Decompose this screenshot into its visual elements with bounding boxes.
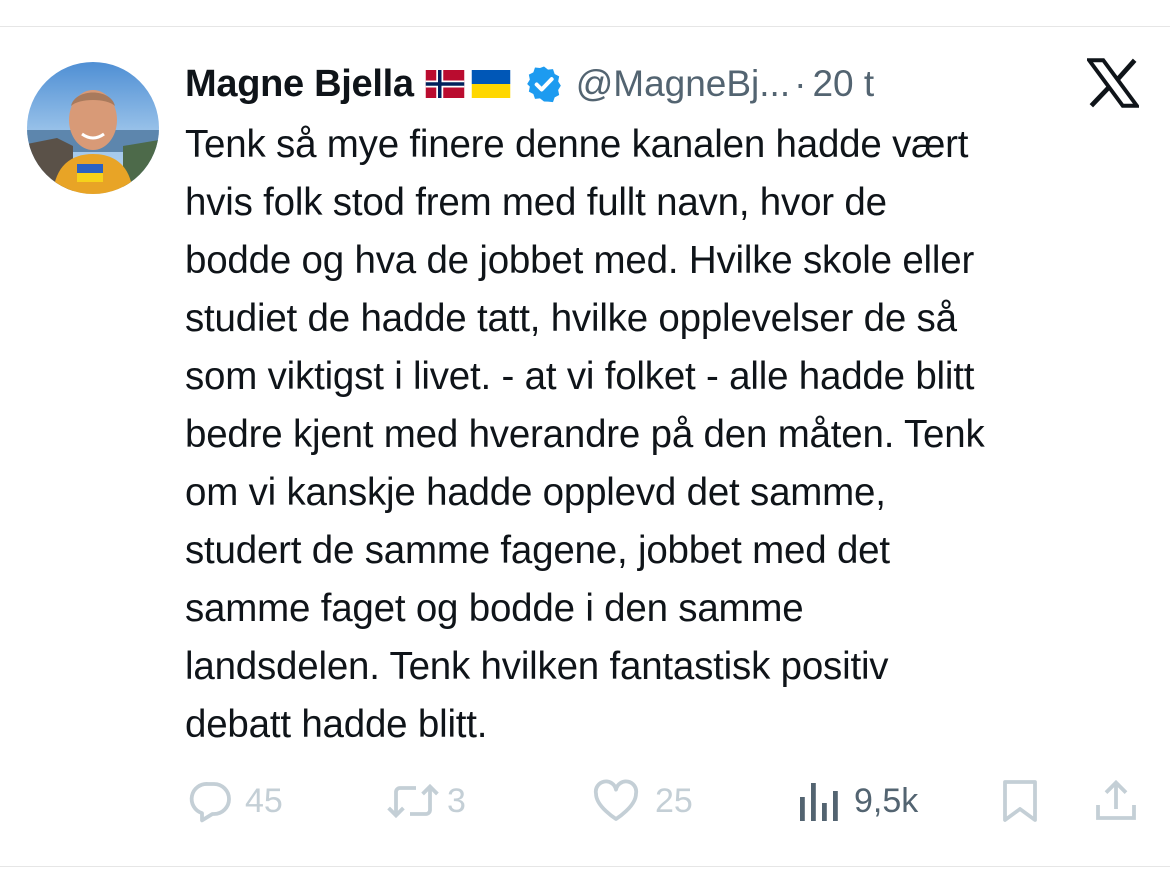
verified-badge-icon[interactable] xyxy=(524,64,564,104)
reply-icon xyxy=(189,782,231,823)
tweet-text-line: bedre kjent med hverandre på den måten. … xyxy=(185,413,985,456)
like-button[interactable]: 25 xyxy=(591,775,693,827)
tweet-text-line: studert de samme fagene, jobbet med det xyxy=(185,529,890,572)
bookmark-icon xyxy=(1003,780,1037,822)
views-icon xyxy=(800,783,838,821)
tweet-header: Magne Bjella @MagneBj... · 20 t xyxy=(185,56,874,112)
views-button[interactable]: 9,5k xyxy=(796,775,918,827)
tweet-text-line: som viktigst i livet. - at vi folket - a… xyxy=(185,355,975,398)
reply-button[interactable]: 45 xyxy=(187,775,283,827)
repost-button[interactable]: 3 xyxy=(385,775,466,827)
tweet-text-line: Tenk så mye finere denne kanalen hadde v… xyxy=(185,123,969,166)
action-bar: 45 3 25 9,5k xyxy=(0,775,1170,827)
share-button[interactable] xyxy=(1093,775,1139,827)
tweet-text: Tenk så mye finere denne kanalen hadde v… xyxy=(185,116,1150,754)
like-count: 25 xyxy=(655,781,693,820)
repost-count: 3 xyxy=(447,781,466,820)
views-count: 9,5k xyxy=(854,781,919,820)
x-logo-icon[interactable] xyxy=(1085,58,1141,113)
reply-count: 45 xyxy=(245,781,283,820)
tweet-text-line: samme faget og bodde i den samme xyxy=(185,587,804,630)
bookmark-button[interactable] xyxy=(998,775,1042,827)
tweet-text-line: landsdelen. Tenk hvilken fantastisk posi… xyxy=(185,645,889,688)
repost-icon xyxy=(387,783,439,819)
tweet-text-line: hvis folk stod frem med fullt navn, hvor… xyxy=(185,181,887,224)
author-name[interactable]: Magne Bjella xyxy=(185,63,414,106)
bottom-divider xyxy=(0,866,1170,867)
share-icon xyxy=(1096,779,1136,820)
separator-dot: · xyxy=(794,63,807,104)
norway-flag-icon xyxy=(424,70,466,98)
ukraine-flag-icon xyxy=(470,70,512,98)
top-divider xyxy=(0,26,1170,27)
tweet-text-line: studiet de hadde tatt, hvilke opplevelse… xyxy=(185,297,957,340)
tweet-text-line: bodde og hva de jobbet med. Hvilke skole… xyxy=(185,239,975,282)
tweet-text-line: debatt hadde blitt. xyxy=(185,703,488,746)
like-icon xyxy=(593,779,639,821)
author-handle[interactable]: @MagneBj... xyxy=(576,63,790,105)
avatar[interactable] xyxy=(27,62,159,194)
tweet-text-line: om vi kanskje hadde opplevd det samme, xyxy=(185,471,886,514)
post-time[interactable]: 20 t xyxy=(812,63,874,105)
